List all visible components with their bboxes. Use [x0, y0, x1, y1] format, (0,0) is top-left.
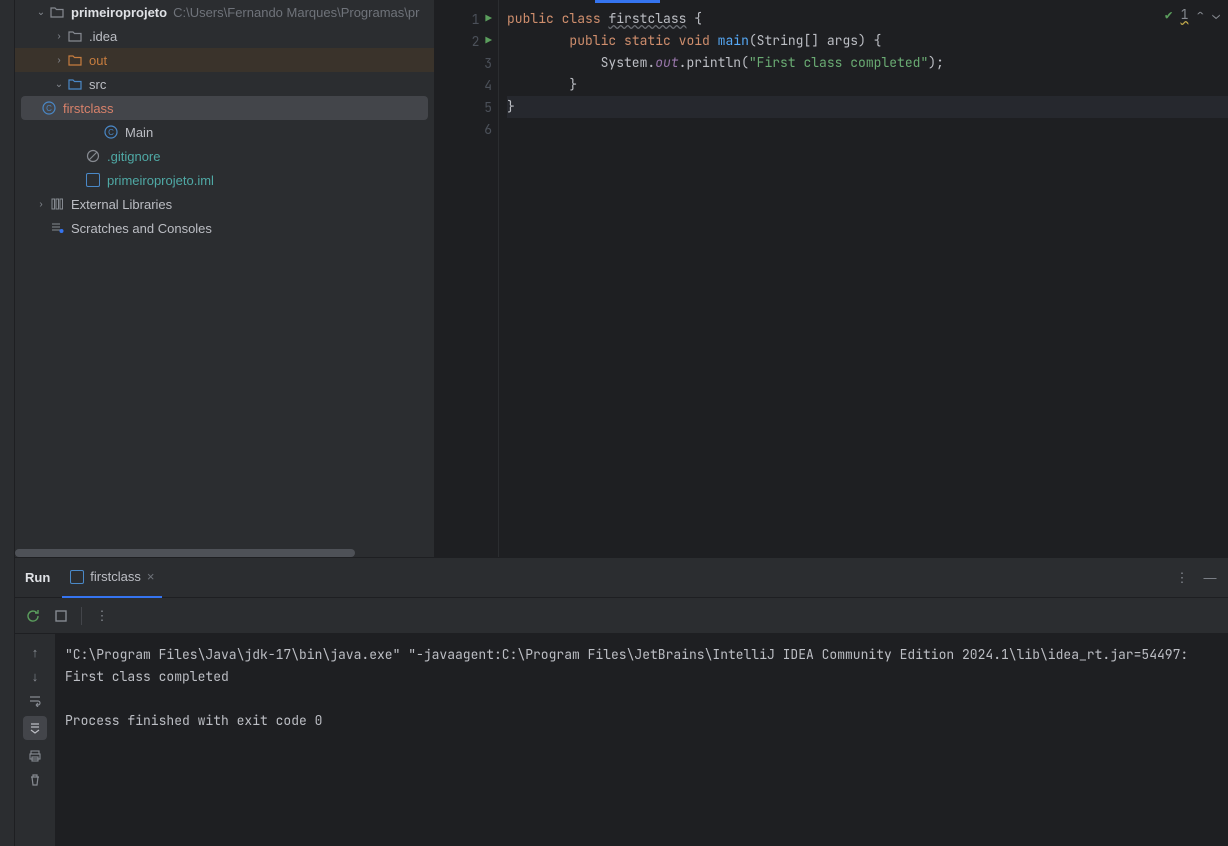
tree-file-main[interactable]: C Main — [15, 120, 434, 144]
tab-indicator — [595, 0, 660, 3]
tree-folder-idea[interactable]: › .idea — [15, 24, 434, 48]
editor-gutter[interactable]: 1▶ 2▶ 3 4 5 6 — [435, 0, 499, 557]
tree-scratches[interactable]: Scratches and Consoles — [15, 216, 434, 240]
run-tool-window: Run firstclass × ⋮ — ⋮ ↑ ↓ — [15, 557, 1228, 846]
console-output[interactable]: "C:\Program Files\Java\jdk-17\bin\java.e… — [55, 634, 1228, 846]
run-icon[interactable]: ▶ — [485, 12, 492, 26]
arrow-up-icon[interactable]: ↑ — [27, 644, 43, 660]
tree-label: Main — [125, 125, 153, 140]
chevron-right-icon: › — [51, 55, 67, 66]
run-tab[interactable]: firstclass × — [62, 558, 162, 598]
tree-folder-out[interactable]: › out — [15, 48, 434, 72]
rerun-icon[interactable] — [25, 608, 41, 624]
stop-icon[interactable] — [53, 608, 69, 624]
chevron-up-icon[interactable]: ⌃ — [1196, 6, 1204, 23]
library-icon — [49, 196, 65, 212]
folder-icon — [67, 52, 83, 68]
tree-label: out — [89, 53, 107, 68]
svg-text:C: C — [46, 104, 52, 113]
soft-wrap-icon[interactable] — [27, 692, 43, 708]
run-header: Run firstclass × ⋮ — — [15, 558, 1228, 598]
class-icon: C — [41, 100, 57, 116]
minimize-icon[interactable]: — — [1202, 570, 1218, 586]
tree-label: .gitignore — [107, 149, 160, 164]
run-sidebar-tools: ↑ ↓ — [15, 634, 55, 846]
project-name: primeiroprojeto — [71, 5, 167, 20]
print-icon[interactable] — [27, 748, 43, 764]
arrow-down-icon[interactable]: ↓ — [27, 668, 43, 684]
project-path: C:\Users\Fernando Marques\Programas\pr — [173, 5, 419, 20]
code-editor[interactable]: ✔ 1 ⌃ ⌄ 1▶ 2▶ 3 4 5 6 public class first… — [435, 0, 1228, 557]
horizontal-scrollbar[interactable] — [15, 549, 355, 557]
tree-label: .idea — [89, 29, 117, 44]
chevron-right-icon: › — [33, 199, 49, 210]
close-icon[interactable]: × — [147, 569, 155, 584]
more-icon[interactable]: ⋮ — [94, 608, 110, 624]
tree-label: External Libraries — [71, 197, 172, 212]
run-icon[interactable]: ▶ — [485, 34, 492, 48]
tree-external-libraries[interactable]: › External Libraries — [15, 192, 434, 216]
tree-file-gitignore[interactable]: .gitignore — [15, 144, 434, 168]
folder-icon — [67, 76, 83, 92]
project-tree-panel[interactable]: ⌄ primeiroprojeto C:\Users\Fernando Marq… — [15, 0, 435, 557]
more-icon[interactable]: ⋮ — [1174, 570, 1190, 586]
scratches-icon — [49, 220, 65, 236]
run-tab-label: firstclass — [90, 569, 141, 584]
tree-label: primeiroprojeto.iml — [107, 173, 214, 188]
tree-label: src — [89, 77, 106, 92]
inspection-widget[interactable]: ✔ 1 ⌃ ⌄ — [1165, 6, 1220, 23]
tree-folder-src[interactable]: ⌄ src — [15, 72, 434, 96]
warning-count: 1 — [1181, 6, 1189, 23]
tree-label: Scratches and Consoles — [71, 221, 212, 236]
scroll-to-end-icon[interactable] — [23, 716, 47, 740]
class-icon: C — [103, 124, 119, 140]
tree-label: firstclass — [63, 101, 114, 116]
class-icon — [70, 570, 84, 584]
folder-icon — [49, 4, 65, 20]
trash-icon[interactable] — [27, 772, 43, 788]
tree-project-root[interactable]: ⌄ primeiroprojeto C:\Users\Fernando Marq… — [15, 0, 434, 24]
chevron-down-icon: ⌄ — [51, 79, 67, 90]
left-tool-strip[interactable] — [0, 0, 15, 846]
checkmark-icon: ✔ — [1165, 6, 1173, 23]
chevron-down-icon: ⌄ — [33, 7, 49, 18]
run-toolbar: ⋮ — [15, 598, 1228, 634]
chevron-right-icon: › — [51, 31, 67, 42]
file-icon — [85, 172, 101, 188]
chevron-down-icon[interactable]: ⌄ — [1212, 6, 1220, 23]
tree-file-iml[interactable]: primeiroprojeto.iml — [15, 168, 434, 192]
tree-file-firstclass[interactable]: C firstclass — [21, 96, 428, 120]
block-icon — [85, 148, 101, 164]
run-title: Run — [25, 570, 50, 585]
svg-text:C: C — [108, 128, 114, 137]
folder-icon — [67, 28, 83, 44]
code-body[interactable]: public class firstclass { public static … — [499, 0, 1228, 557]
